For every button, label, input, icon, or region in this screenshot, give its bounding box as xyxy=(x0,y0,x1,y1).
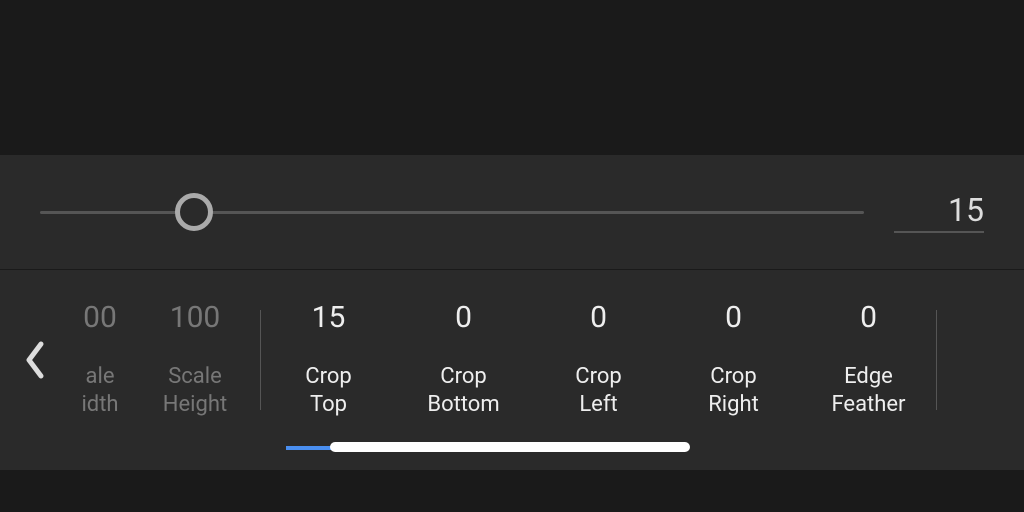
param-scale-width[interactable]: 00 ale idth xyxy=(70,290,130,450)
param-crop-left[interactable]: 0 Crop Left xyxy=(531,290,666,450)
param-label: Scale Height xyxy=(163,363,227,418)
slider-value-input[interactable]: 15 xyxy=(894,191,984,233)
param-scale-height[interactable]: 100 Scale Height xyxy=(130,290,260,450)
scrollbar-thumb[interactable] xyxy=(330,442,690,452)
param-label: Crop Bottom xyxy=(427,363,499,418)
param-value: 0 xyxy=(590,300,607,335)
param-value: 0 xyxy=(725,300,742,335)
param-value: 0 xyxy=(860,300,877,335)
param-crop-top[interactable]: 15 Crop Top xyxy=(261,290,396,450)
param-edge-feather[interactable]: 0 Edge Feather xyxy=(801,290,936,450)
slider-track-line xyxy=(40,211,864,214)
param-label: Crop Right xyxy=(708,363,759,418)
param-crop-right[interactable]: 0 Crop Right xyxy=(666,290,801,450)
param-label: Crop Left xyxy=(575,363,621,418)
preview-area xyxy=(0,0,1024,155)
slider-row: 15 xyxy=(0,155,1024,270)
param-label: Edge Feather xyxy=(831,363,905,418)
param-value: 15 xyxy=(312,300,346,335)
param-value: 100 xyxy=(170,300,221,335)
params-group: 00 ale idth 100 Scale Height 15 Crop Top… xyxy=(70,290,1024,450)
param-label: ale idth xyxy=(81,363,118,418)
nav-left-button[interactable] xyxy=(0,290,70,430)
param-label: Crop Top xyxy=(305,363,351,418)
param-crop-bottom[interactable]: 0 Crop Bottom xyxy=(396,290,531,450)
chevron-left-icon xyxy=(21,340,49,380)
slider-track[interactable] xyxy=(40,192,864,232)
params-scroll[interactable]: 00 ale idth 100 Scale Height 15 Crop Top… xyxy=(70,290,1024,450)
param-value: 0 xyxy=(455,300,472,335)
slider-handle[interactable] xyxy=(175,193,213,231)
param-value: 00 xyxy=(83,300,117,335)
parameters-row: 00 ale idth 100 Scale Height 15 Crop Top… xyxy=(0,270,1024,470)
divider xyxy=(936,310,937,410)
